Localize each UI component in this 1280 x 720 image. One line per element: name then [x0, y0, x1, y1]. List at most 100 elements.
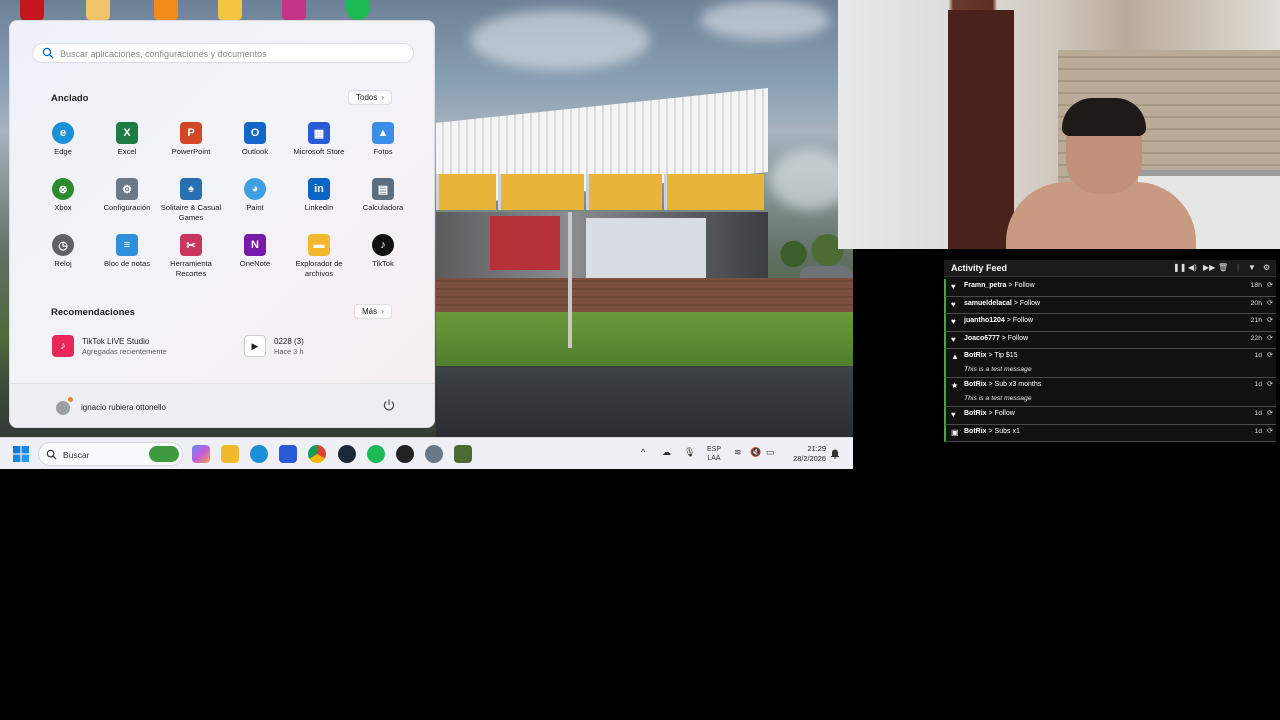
pinned-app-clock[interactable]: ◷ Reloj [31, 229, 95, 285]
recommended-item[interactable]: ▶ 0228 (3) Hace 3 h [244, 335, 304, 357]
taskbar-clock[interactable]: 21:29 28/2/2026 [782, 444, 826, 464]
replay-icon[interactable]: ⟳ [1267, 334, 1273, 342]
file-explorer-taskbar-icon[interactable] [221, 445, 239, 463]
pinned-app-file-explorer[interactable]: ▬ Explorador de archivos [287, 229, 351, 285]
pinned-app-label: Excel [117, 147, 137, 156]
windows-start-icon[interactable] [13, 446, 29, 462]
pinned-app-label: Fotos [373, 147, 393, 156]
spotify-desktop-icon[interactable] [346, 0, 370, 20]
tiktok-live-studio-icon: ♪ [52, 335, 74, 357]
taskbar-search[interactable]: Buscar [38, 442, 183, 466]
start-search-input[interactable] [60, 46, 400, 61]
language-indicator[interactable]: ESP LAA [703, 445, 725, 463]
pinned-app-edge[interactable]: e Edge [31, 117, 95, 173]
building [436, 88, 768, 296]
user-avatar[interactable] [56, 401, 70, 415]
folder-desktop-icon[interactable] [218, 0, 242, 20]
pinned-app-calculator[interactable]: ▤ Calculadora [351, 173, 415, 229]
acrobat-desktop-icon[interactable] [20, 0, 44, 20]
replay-icon[interactable]: ⟳ [1267, 316, 1273, 324]
user-folder-desktop-icon[interactable] [86, 0, 110, 20]
all-apps-button[interactable]: Todos › [348, 90, 393, 105]
notification-bell-icon[interactable] [830, 448, 840, 459]
pinned-app-powerpoint[interactable]: P PowerPoint [159, 117, 223, 173]
pinned-app-paint[interactable]: ◕ Paint [223, 173, 287, 229]
volume-muted-icon[interactable]: 🔇 [750, 447, 761, 458]
gear-icon[interactable]: ⚙ [1263, 263, 1270, 272]
activity-feed-item[interactable]: ♥ samueldelacal > Follow 20h ⟳ [944, 296, 1276, 314]
settings-taskbar-icon[interactable] [425, 445, 443, 463]
minecraft-taskbar-icon[interactable] [454, 445, 472, 463]
activity-feed-item[interactable]: ▲ BotRix > Tip $15 1d ⟳ This is a test messa… [944, 349, 1276, 378]
filter-icon[interactable]: ▼ [1248, 263, 1256, 272]
replay-icon[interactable]: ⟳ [1267, 299, 1273, 307]
edge-taskbar-icon[interactable] [250, 445, 268, 463]
recommended-item[interactable]: ♪ TikTok LIVE Studio Agregadas recientem… [52, 335, 167, 357]
instagram-desktop-icon[interactable] [282, 0, 306, 20]
pinned-app-settings[interactable]: ⚙ Configuración [95, 173, 159, 229]
skip-icon[interactable]: ▶▶ [1203, 263, 1215, 272]
pinned-app-label: Xbox [54, 203, 72, 212]
power-icon[interactable] [382, 398, 396, 412]
pinned-app-excel[interactable]: X Excel [95, 117, 159, 173]
activity-feed-header: Activity Feed ❚❚ ◀) ▶▶ 🗑 | ▼ ⚙ [944, 260, 1276, 277]
activity-feed-event: Framn_petra > Follow [964, 282, 1035, 289]
spotify-taskbar-icon[interactable] [367, 445, 385, 463]
pinned-app-label: Edge [54, 147, 72, 156]
pinned-app-tiktok[interactable]: ♪ TikTok [351, 229, 415, 285]
pinned-app-photos[interactable]: ▲ Fotos [351, 117, 415, 173]
activity-feed-item[interactable]: ♥ Framn_petra > Follow 18h ⟳ [944, 279, 1276, 297]
pinned-app-store[interactable]: ▦ Microsoft Store [287, 117, 351, 173]
language-code: ESP [706, 446, 721, 453]
all-apps-label: Todos [356, 93, 378, 102]
onedrive-icon[interactable]: ☁ [662, 447, 671, 458]
microphone-icon[interactable]: 🎙 [684, 447, 695, 458]
pinned-app-xbox[interactable]: ⊗ Xbox [31, 173, 95, 229]
vlc-desktop-icon[interactable] [154, 0, 178, 20]
activity-feed-item[interactable]: ♥ juantho1204 > Follow 21h ⟳ [944, 314, 1276, 332]
desktop-screen: Anclado Todos › eEdgeXExcelPPowerPointOO… [0, 0, 853, 469]
weather-widget-icon[interactable] [149, 446, 179, 462]
steam-taskbar-icon[interactable] [338, 445, 356, 463]
start-search-box[interactable] [32, 43, 414, 63]
activity-feed-item[interactable]: ♥ BotRix > Follow 1d ⟳ [944, 407, 1276, 425]
start-menu-footer: ignacio rubiera ottonello [10, 383, 434, 427]
pinned-app-outlook[interactable]: O Outlook [223, 117, 287, 173]
user-name[interactable]: ignacio rubiera ottonello [81, 403, 166, 412]
replay-icon[interactable]: ⟳ [1267, 281, 1273, 289]
activity-feed-item[interactable]: ▣ BotRix > Subs x1 1d ⟳ [944, 424, 1276, 442]
wifi-icon[interactable]: ≋ [734, 447, 742, 458]
event-time: 22h [1250, 334, 1262, 342]
copilot-taskbar-icon[interactable] [192, 445, 210, 463]
replay-icon[interactable]: ⟳ [1267, 427, 1273, 435]
event-user: Framn_petra [964, 282, 1007, 289]
trash-icon[interactable]: 🗑 [1218, 263, 1228, 272]
chrome-taskbar-icon[interactable] [308, 445, 326, 463]
event-message: This is a test message [964, 366, 1032, 373]
gift-icon: ▣ [951, 427, 959, 437]
pinned-app-onenote[interactable]: N OneNote [223, 229, 287, 285]
chevron-up-icon[interactable]: ^ [641, 447, 645, 457]
pinned-app-snipping-tool[interactable]: ✂ Herramienta Recortes [159, 229, 223, 285]
store-taskbar-icon[interactable] [279, 445, 297, 463]
replay-icon[interactable]: ⟳ [1267, 351, 1273, 359]
replay-icon[interactable]: ⟳ [1267, 409, 1273, 417]
recommended-item-name: 0228 (3) [274, 336, 304, 346]
volume-icon[interactable]: ◀) [1188, 263, 1197, 272]
search-icon [42, 47, 54, 59]
activity-feed-item[interactable]: ♥ Joaco6777 > Follow 22h ⟳ [944, 331, 1276, 349]
recommended-item-subtitle: Agregadas recientemente [82, 346, 167, 356]
battery-icon[interactable]: ▭ [766, 447, 775, 458]
activity-feed-item[interactable]: ★ BotRix > Sub x3 months 1d ⟳ This is a test… [944, 378, 1276, 407]
pause-icon[interactable]: ❚❚ [1173, 263, 1186, 272]
pinned-app-linkedin[interactable]: in LinkedIn [287, 173, 351, 229]
pinned-app-notepad[interactable]: ≡ Bloc de notas [95, 229, 159, 285]
event-user: samueldelacal [964, 299, 1012, 307]
pinned-app-solitaire[interactable]: ♠ Solitaire & Casual Games [159, 173, 223, 229]
obs-taskbar-icon[interactable] [396, 445, 414, 463]
replay-icon[interactable]: ⟳ [1267, 380, 1273, 388]
pinned-app-label: Calculadora [362, 203, 404, 212]
activity-feed-panel: Activity Feed ❚❚ ◀) ▶▶ 🗑 | ▼ ⚙ ♥ Framn_pe… [944, 260, 1276, 442]
more-recommended-button[interactable]: Más › [354, 304, 392, 319]
taskbar: Buscar ^ ☁ 🎙 ESP LAA ≋ 🔇 ▭ 21:29 28/2/20… [0, 437, 853, 469]
